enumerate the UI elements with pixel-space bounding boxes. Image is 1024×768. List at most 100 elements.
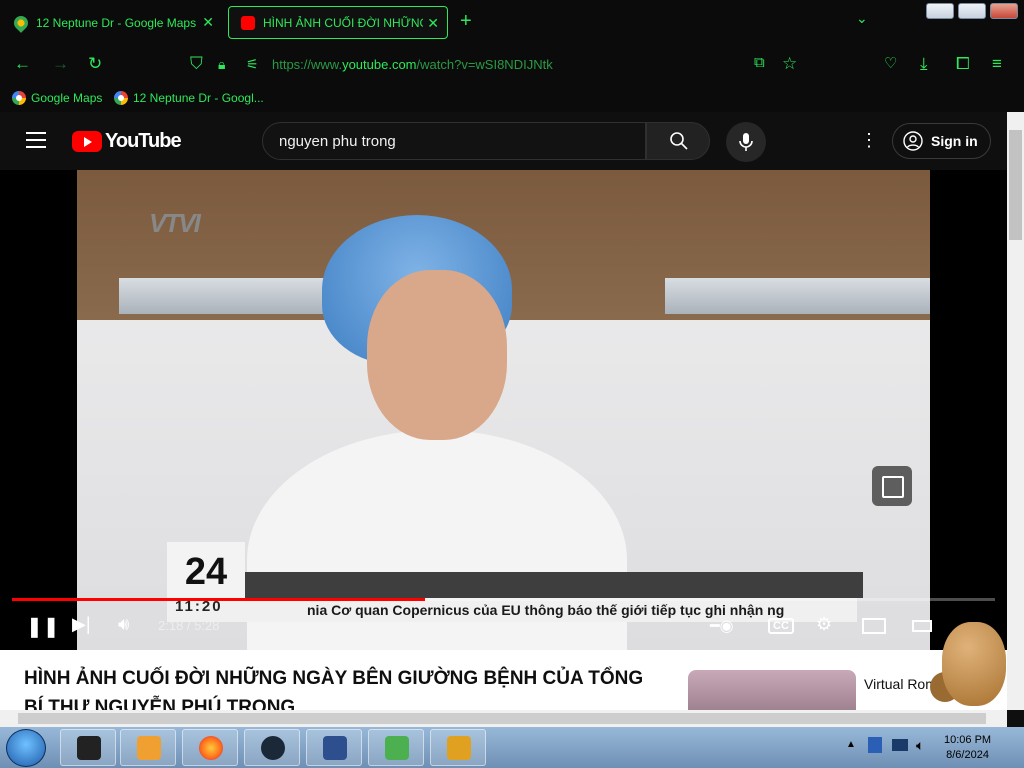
close-tab-icon[interactable]: ✕	[427, 15, 439, 32]
chevron-down-icon[interactable]: ⌄	[856, 10, 868, 27]
bookmark-label: 12 Neptune Dr - Googl...	[133, 91, 264, 105]
time-display: 2:18 / 5:28	[158, 618, 220, 633]
video-info: HÌNH ẢNH CUỐI ĐỜI NHỮNG NGÀY BÊN GIƯỜNG …	[0, 650, 1007, 710]
taskbar-app-firefox[interactable]	[182, 729, 238, 766]
miniplayer-button[interactable]	[872, 466, 912, 506]
search-button[interactable]	[646, 122, 710, 160]
firefox-icon	[199, 736, 223, 760]
maximize-button[interactable]	[958, 3, 986, 19]
app-64-icon	[447, 736, 471, 760]
speaker-icon[interactable]: 🔈︎	[916, 737, 924, 754]
sign-in-button[interactable]: Sign in	[892, 123, 991, 159]
minimize-button[interactable]	[926, 3, 954, 19]
bookmark-google-maps[interactable]: Google Maps	[12, 91, 102, 105]
permissions-icon[interactable]: ⚟	[246, 56, 259, 73]
taskbar-app-upload[interactable]	[368, 729, 424, 766]
tab-bar: 12 Neptune Dr - Google Maps ✕ HÌNH ẢNH C…	[0, 0, 1024, 44]
lock-icon[interactable]: 🔒︎	[218, 56, 225, 73]
star-icon[interactable]: ☆	[782, 54, 797, 74]
taskbar-app-virtualbox[interactable]	[306, 729, 362, 766]
range-hood	[665, 278, 930, 314]
video-player[interactable]: VTVI nia Cơ quan Copernicus của EU thông…	[0, 170, 1007, 650]
video-title: HÌNH ẢNH CUỐI ĐỜI NHỮNG NGÀY BÊN GIƯỜNG …	[24, 668, 644, 710]
channel-24-logo: 24	[167, 542, 245, 602]
clock[interactable]: 10:06 PM 8/6/2024	[944, 733, 991, 763]
microphone-icon	[739, 133, 753, 151]
start-button[interactable]	[6, 729, 46, 767]
taskbar: ▲ 🔈︎ 10:06 PM 8/6/2024	[0, 727, 1024, 768]
video-frame[interactable]: VTVI nia Cơ quan Copernicus của EU thông…	[77, 170, 930, 650]
account-icon	[903, 131, 923, 151]
download-icon[interactable]: ⤓	[920, 54, 928, 74]
bookmark-label: Google Maps	[31, 91, 103, 105]
close-window-button[interactable]	[990, 3, 1018, 19]
network-icon[interactable]	[892, 739, 908, 751]
reload-icon[interactable]: ↻	[88, 54, 102, 74]
volume-icon[interactable]: 🔊︎	[118, 614, 129, 635]
url-domain: youtube.com	[342, 57, 417, 72]
picture-in-picture-icon[interactable]: ⧉	[754, 54, 765, 71]
url-bar[interactable]: https://www.youtube.com/watch?v=wSI8NDIJ…	[272, 57, 553, 72]
search-input[interactable]: nguyen phu trong	[262, 122, 646, 160]
tray-app-icon[interactable]	[868, 737, 882, 753]
taskbar-app-media[interactable]	[120, 729, 176, 766]
youtube-icon	[241, 15, 255, 30]
channel-watermark: VTVI	[149, 208, 201, 238]
captions-icon[interactable]: CC	[768, 618, 794, 634]
virtualbox-icon	[323, 736, 347, 760]
hamburger-menu-icon[interactable]	[26, 132, 46, 153]
horizontal-scrollbar-thumb[interactable]	[18, 713, 986, 724]
logo-text: YouTube	[105, 130, 182, 152]
close-tab-icon[interactable]: ✕	[202, 14, 214, 31]
forward-icon[interactable]: →	[52, 54, 69, 74]
hamster-mascot	[930, 612, 1008, 708]
pause-icon[interactable]: ❚❚	[26, 614, 60, 639]
clock-date: 8/6/2024	[946, 749, 989, 761]
player-controls: ❚❚ ▶︎| 🔊︎ 2:18 / 5:28 ━◉ CC ⚙︎	[0, 608, 1007, 648]
vertical-scrollbar-thumb[interactable]	[1009, 130, 1022, 240]
media-player-icon	[137, 736, 161, 760]
youtube-logo[interactable]: YouTube	[72, 130, 182, 153]
clock-time: 10:06 PM	[944, 734, 992, 746]
map-pin-icon	[11, 12, 31, 33]
nav-bar: ← → ↻ ⛉ 🔒︎ ⚟ https://www.youtube.com/wat…	[0, 44, 1024, 86]
theater-mode-icon[interactable]	[912, 620, 932, 632]
google-icon	[114, 91, 128, 105]
taskbar-app-steam[interactable]	[244, 729, 300, 766]
settings-gear-icon[interactable]: ⚙︎	[816, 614, 832, 635]
tab-label: 12 Neptune Dr - Google Maps	[36, 15, 196, 30]
url-path: /watch?v=wSI8NDIJNtk	[416, 57, 553, 72]
horizontal-scrollbar[interactable]	[0, 710, 1007, 727]
extensions-icon[interactable]: ⧠	[956, 54, 970, 74]
bookmark-neptune[interactable]: 12 Neptune Dr - Googl...	[114, 91, 264, 105]
youtube-play-icon	[72, 131, 102, 152]
next-icon[interactable]: ▶︎|	[72, 614, 91, 635]
url-prefix: https://www.	[272, 57, 343, 72]
steam-icon	[261, 736, 285, 760]
more-options-icon[interactable]: ⋮	[860, 130, 878, 151]
taskbar-app-tool[interactable]	[430, 729, 486, 766]
search-icon	[670, 132, 688, 150]
upload-icon	[385, 736, 409, 760]
menu-icon[interactable]: ≡	[992, 54, 1002, 74]
voice-search-button[interactable]	[726, 122, 766, 162]
video-subject-face	[367, 270, 507, 440]
youtube-page: YouTube nguyen phu trong ⋮ Sign in VTVI …	[0, 112, 1007, 710]
tab-google-maps[interactable]: 12 Neptune Dr - Google Maps ✕	[2, 6, 222, 39]
terminal-icon	[77, 736, 101, 760]
taskbar-app-terminal[interactable]	[60, 729, 116, 766]
bookmarks-bar: Google Maps 12 Neptune Dr - Googl...	[0, 86, 1024, 112]
new-tab-icon[interactable]: +	[460, 10, 472, 33]
back-icon[interactable]: ←	[14, 54, 31, 74]
shield-icon[interactable]: ⛉	[190, 54, 203, 74]
suggested-video-thumbnail[interactable]	[688, 670, 856, 710]
progress-fill	[12, 598, 425, 601]
autoplay-toggle[interactable]: ━◉	[710, 616, 734, 636]
miniplayer-icon[interactable]	[862, 618, 886, 634]
google-icon	[12, 91, 26, 105]
tray-expand-icon[interactable]: ▲	[846, 739, 856, 750]
pocket-icon[interactable]: ♡	[884, 54, 897, 72]
sign-in-label: Sign in	[931, 133, 978, 149]
tab-youtube[interactable]: HÌNH ẢNH CUỐI ĐỜI NHỮNG ✕	[228, 6, 448, 39]
progress-bar[interactable]	[12, 598, 995, 601]
